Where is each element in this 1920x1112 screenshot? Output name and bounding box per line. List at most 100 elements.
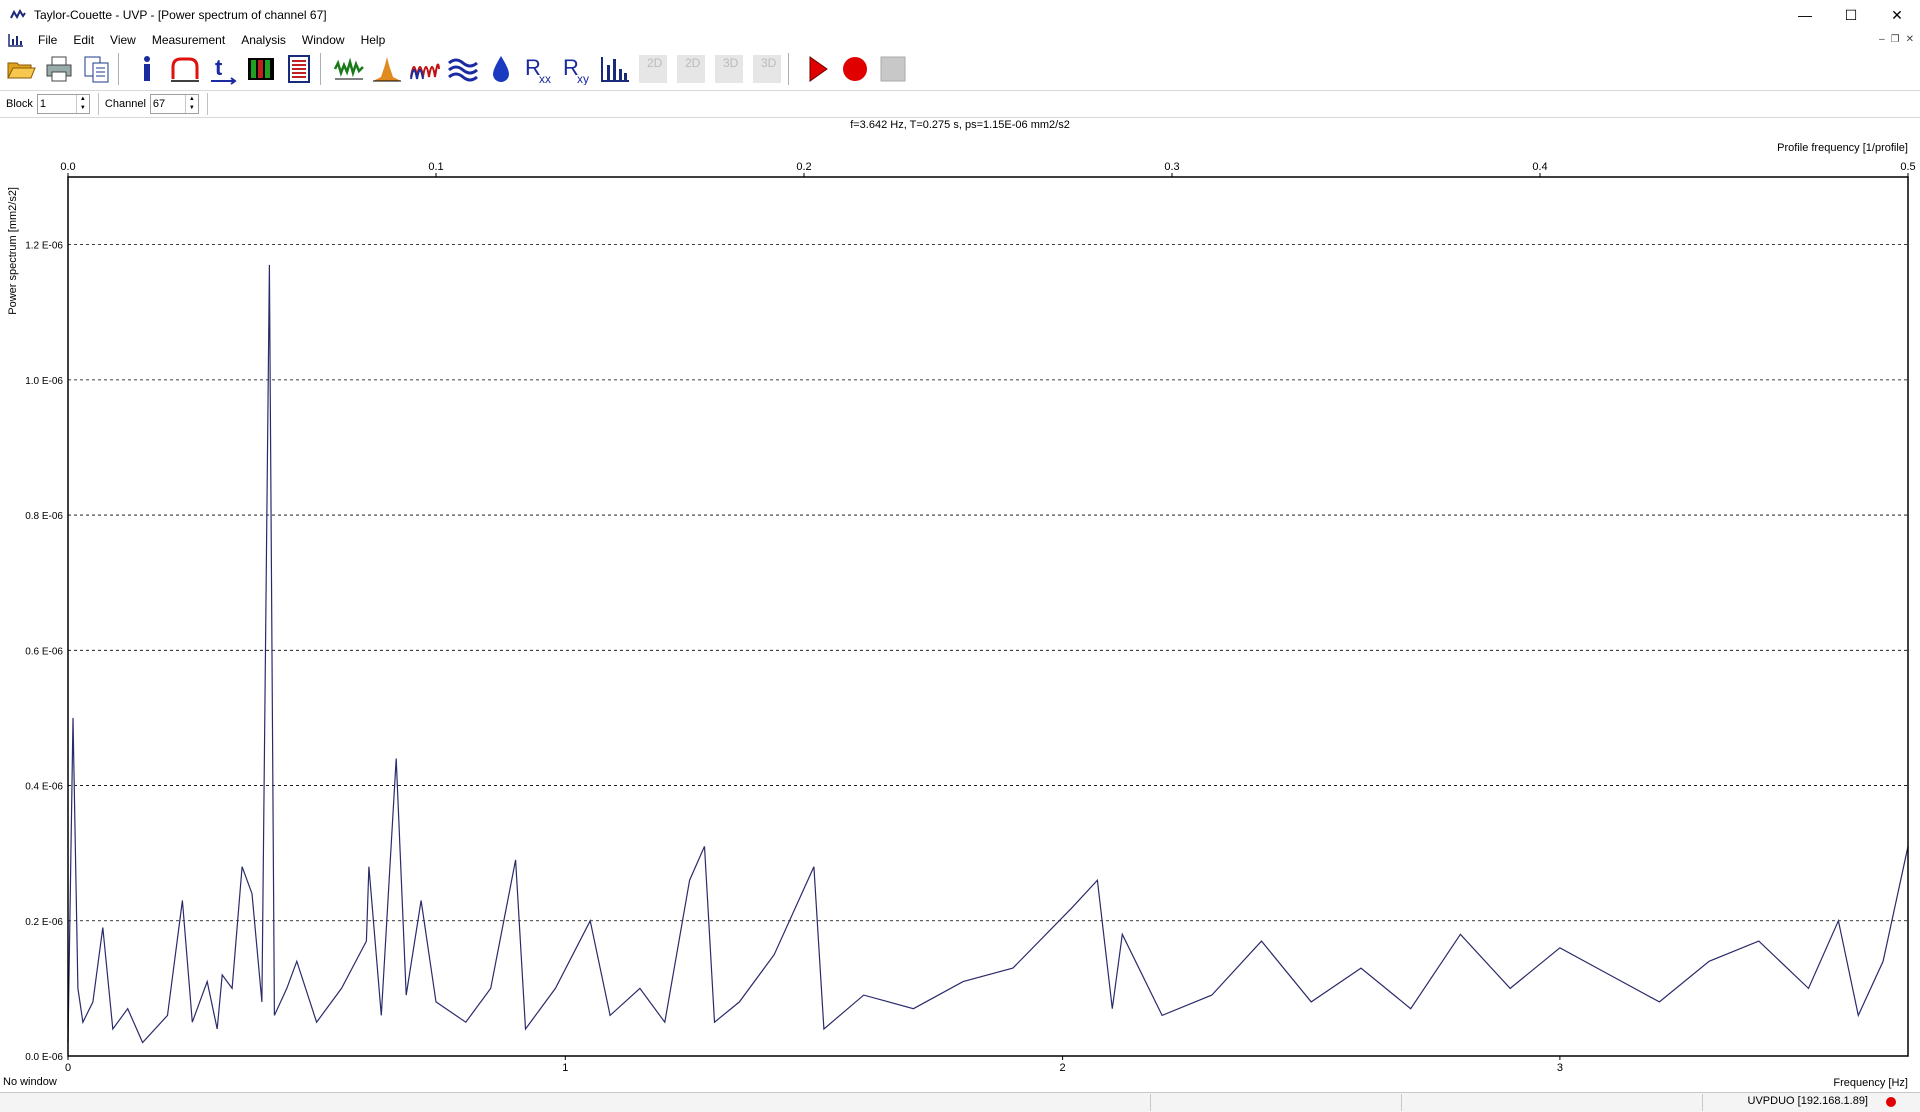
control-bar: Block ▲ ▼ Channel ▲ ▼ (0, 90, 1920, 118)
toolbar-separator (788, 53, 792, 85)
bar-chart-icon (601, 57, 629, 82)
y-axis-label: Power spectrum [mm2/s2] (7, 187, 19, 315)
x2-axis-label: Profile frequency [1/profile] (1777, 142, 1908, 154)
x2-tick-label: 0.2 (796, 161, 811, 173)
open-folder-icon (7, 62, 36, 79)
2d-alt-button[interactable]: 2D (674, 52, 708, 86)
rxy-icon: Rxy (563, 55, 589, 85)
window-title: Taylor-Couette - UVP - [Power spectrum o… (34, 8, 327, 22)
svg-text:t: t (215, 55, 223, 80)
oscillation-icon (410, 63, 440, 80)
x2-tick-label: 0.1 (428, 161, 443, 173)
block-stepper: ▲ ▼ (36, 94, 90, 114)
block-down-arrow-icon[interactable]: ▼ (77, 104, 89, 113)
plot-frame (67, 176, 1909, 1057)
x-tick-label: 2 (1060, 1062, 1066, 1074)
channel-spin-arrows: ▲ ▼ (184, 95, 198, 113)
2d-icon: 2D (639, 55, 667, 83)
connection-status: UVPDUO [192.168.1.89] (1747, 1095, 1868, 1107)
profile-button[interactable] (168, 52, 202, 86)
profile-icon (171, 57, 199, 82)
info-icon (144, 56, 150, 81)
print-button[interactable] (42, 52, 76, 86)
chart-area: f=3.642 Hz, T=0.275 s, ps=1.15E-06 mm2/s… (0, 117, 1920, 1092)
minimize-button[interactable]: — (1782, 0, 1828, 30)
power-spectrum-chart[interactable]: f=3.642 Hz, T=0.275 s, ps=1.15E-06 mm2/s… (0, 117, 1920, 1092)
app-icon (10, 9, 26, 20)
recording-indicator-icon (1886, 1097, 1896, 1107)
time-icon: t (211, 55, 237, 85)
2d-alt-icon: 2D (677, 55, 705, 83)
rxx-button[interactable]: Rxx (522, 52, 556, 86)
x-tick-label: 0 (65, 1062, 71, 1074)
info-button[interactable] (130, 52, 164, 86)
block-input[interactable] (37, 96, 76, 112)
y-tick-label: 1.2 E-06 (25, 241, 63, 252)
chart-menu-icon[interactable] (8, 33, 24, 47)
x-axis-label: Frequency [Hz] (1833, 1077, 1908, 1089)
status-pane (1150, 1094, 1151, 1111)
table-icon (288, 55, 310, 83)
y-tick-label: 0.0 E-06 (25, 1052, 63, 1063)
mdi-restore-button[interactable]: ❐ (1891, 34, 1900, 45)
status-pane (1702, 1094, 1703, 1111)
3d-icon: 3D (715, 55, 743, 83)
menu-measurement[interactable]: Measurement (144, 30, 233, 50)
histogram-button[interactable] (370, 52, 404, 86)
record-icon (843, 57, 867, 81)
status-pane (1401, 1094, 1402, 1111)
channel-stepper: ▲ ▼ (149, 94, 199, 114)
drop-icon (493, 56, 509, 82)
menu-analysis[interactable]: Analysis (233, 30, 294, 50)
x2-tick-label: 0.4 (1532, 161, 1547, 173)
mdi-controls: ‒ ❐ ✕ (1879, 34, 1914, 45)
menu-edit[interactable]: Edit (65, 30, 102, 50)
channel-input[interactable] (150, 96, 185, 112)
2d-button[interactable]: 2D (636, 52, 670, 86)
rxy-button[interactable]: Rxy (560, 52, 594, 86)
menu-help[interactable]: Help (353, 30, 394, 50)
drop-button[interactable] (484, 52, 518, 86)
menu-file[interactable]: File (30, 30, 65, 50)
oscillation-button[interactable] (408, 52, 442, 86)
stop-button[interactable] (876, 52, 910, 86)
title-bar: Taylor-Couette - UVP - [Power spectrum o… (0, 0, 1920, 30)
x2-tick-label: 0.3 (1164, 161, 1179, 173)
svg-text:3D: 3D (761, 56, 777, 70)
play-button[interactable] (800, 52, 834, 86)
mdi-close-button[interactable]: ✕ (1906, 34, 1914, 45)
menu-view[interactable]: View (102, 30, 144, 50)
time-button[interactable]: t (206, 52, 240, 86)
mdi-minimize-button[interactable]: ‒ (1879, 34, 1885, 45)
record-button[interactable] (838, 52, 872, 86)
print-icon (46, 56, 72, 82)
bar-chart-button[interactable] (598, 52, 632, 86)
close-button[interactable]: ✕ (1874, 0, 1920, 30)
menu-window[interactable]: Window (294, 30, 353, 50)
3d-button[interactable]: 3D (712, 52, 746, 86)
3d-alt-icon: 3D (753, 55, 781, 83)
channel-down-arrow-icon[interactable]: ▼ (186, 104, 198, 113)
waves-button[interactable] (446, 52, 480, 86)
signal-icon (333, 57, 364, 80)
x-tick-label: 1 (562, 1062, 568, 1074)
block-spin-arrows: ▲ ▼ (75, 95, 89, 113)
y-tick-label: 0.8 E-06 (25, 511, 63, 522)
rxx-icon: Rxx (525, 55, 551, 85)
open-button[interactable] (4, 52, 38, 86)
block-up-arrow-icon[interactable]: ▲ (77, 95, 89, 104)
maximize-button[interactable]: ☐ (1828, 0, 1874, 30)
stop-icon (880, 56, 906, 82)
y-tick-label: 0.4 E-06 (25, 782, 63, 793)
signal-button[interactable] (332, 52, 366, 86)
menu-bar: File Edit View Measurement Analysis Wind… (0, 30, 1920, 50)
3d-alt-button[interactable]: 3D (750, 52, 784, 86)
color-bars-button[interactable] (244, 52, 278, 86)
y-tick-label: 1.0 E-06 (25, 376, 63, 387)
table-button[interactable] (282, 52, 316, 86)
y-tick-label: 0.6 E-06 (25, 646, 63, 657)
x2-tick-label: 0.5 (1900, 161, 1915, 173)
x2-tick-label: 0.0 (60, 161, 75, 173)
channel-up-arrow-icon[interactable]: ▲ (186, 95, 198, 104)
copy-button[interactable] (80, 52, 114, 86)
